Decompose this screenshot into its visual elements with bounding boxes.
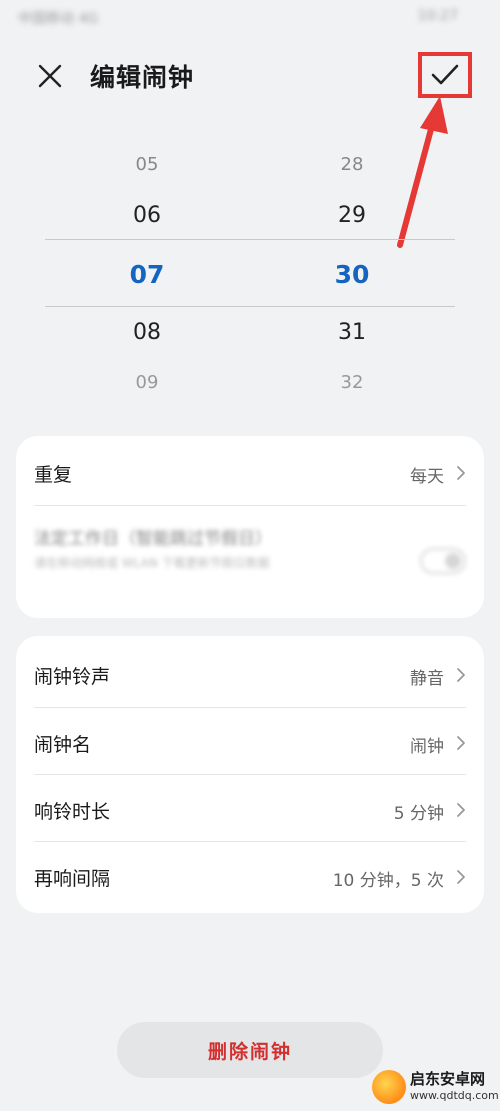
page-title: 编辑闹钟 xyxy=(90,63,195,92)
carrier-text: 中国移动 4G xyxy=(18,11,99,27)
watermark-title: 启东安卓网 xyxy=(410,1070,486,1088)
ring-duration-row[interactable]: 响铃时长 5 分钟 xyxy=(16,775,484,843)
hour-option[interactable]: 09 xyxy=(107,372,187,393)
ringtone-row[interactable]: 闹钟铃声 静音 xyxy=(16,640,484,708)
delete-alarm-button[interactable]: 删除闹钟 xyxy=(117,1022,383,1078)
hour-selected[interactable]: 07 xyxy=(107,260,187,289)
workday-toggle[interactable] xyxy=(420,548,466,574)
repeat-row[interactable]: 重复 每天 xyxy=(16,438,484,506)
ringtone-value: 静音 xyxy=(410,669,444,689)
repeat-value: 每天 xyxy=(410,467,444,487)
hour-option[interactable]: 06 xyxy=(107,203,187,228)
workday-row[interactable]: 法定工作日（智能跳过节假日） 请在移动网络或 WLAN 下载更新节假日数据 xyxy=(16,506,484,616)
clock-text: 10:27 xyxy=(417,8,458,24)
chevron-right-icon xyxy=(457,668,465,682)
minute-option[interactable]: 32 xyxy=(312,372,392,393)
ring-duration-value: 5 分钟 xyxy=(393,804,444,824)
workday-title: 法定工作日（智能跳过节假日） xyxy=(34,529,272,549)
close-button[interactable] xyxy=(34,60,66,92)
alarm-name-row[interactable]: 闹钟名 闹钟 xyxy=(16,708,484,776)
watermark: 启东安卓网 www.qdtdq.com xyxy=(372,1068,499,1108)
hour-option[interactable]: 05 xyxy=(107,154,187,175)
chevron-right-icon xyxy=(457,870,465,884)
delete-alarm-label: 删除闹钟 xyxy=(207,1040,292,1063)
minute-option[interactable]: 28 xyxy=(312,154,392,175)
minute-option[interactable]: 31 xyxy=(312,320,392,345)
repeat-label: 重复 xyxy=(34,464,73,486)
hour-wheel[interactable]: 05 06 07 08 09 xyxy=(107,140,187,410)
snooze-interval-label: 再响间隔 xyxy=(34,868,111,890)
alarm-details-card: 闹钟铃声 静音 闹钟名 闹钟 响铃时长 5 分钟 再响间隔 10 分钟，5 次 xyxy=(16,636,484,913)
chevron-right-icon xyxy=(457,466,465,480)
chevron-right-icon xyxy=(457,736,465,750)
minute-option[interactable]: 29 xyxy=(312,203,392,228)
watermark-logo-icon xyxy=(372,1070,406,1104)
minute-wheel[interactable]: 28 29 30 31 32 xyxy=(312,140,392,410)
close-icon xyxy=(38,64,62,88)
checkmark-icon xyxy=(431,64,459,85)
hour-option[interactable]: 08 xyxy=(107,320,187,345)
ring-duration-label: 响铃时长 xyxy=(34,801,111,823)
snooze-interval-value: 10 分钟，5 次 xyxy=(332,871,444,891)
repeat-settings-card: 重复 每天 法定工作日（智能跳过节假日） 请在移动网络或 WLAN 下载更新节假… xyxy=(16,436,484,618)
time-picker[interactable]: 05 06 07 08 09 28 29 30 31 32 xyxy=(0,140,500,410)
toggle-knob xyxy=(445,553,461,569)
ringtone-label: 闹钟铃声 xyxy=(34,666,111,688)
alarm-name-value: 闹钟 xyxy=(410,737,444,757)
alarm-name-label: 闹钟名 xyxy=(34,734,92,756)
watermark-url: www.qdtdq.com xyxy=(410,1089,499,1102)
snooze-interval-row[interactable]: 再响间隔 10 分钟，5 次 xyxy=(16,842,484,910)
workday-subtitle: 请在移动网络或 WLAN 下载更新节假日数据 xyxy=(34,556,270,570)
status-bar: 中国移动 4G 10:27 xyxy=(0,0,500,40)
minute-selected[interactable]: 30 xyxy=(312,260,392,289)
chevron-right-icon xyxy=(457,803,465,817)
